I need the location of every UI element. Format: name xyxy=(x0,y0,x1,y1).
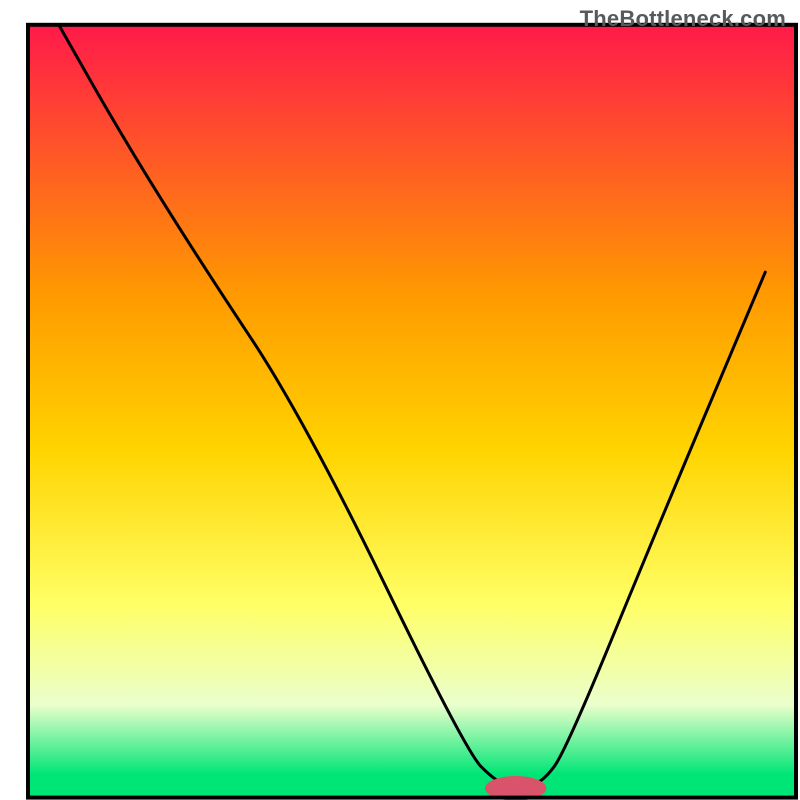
chart-container: TheBottleneck.com xyxy=(0,0,800,800)
gradient-background xyxy=(28,25,796,798)
watermark-text: TheBottleneck.com xyxy=(580,6,786,32)
bottleneck-chart xyxy=(0,0,800,800)
